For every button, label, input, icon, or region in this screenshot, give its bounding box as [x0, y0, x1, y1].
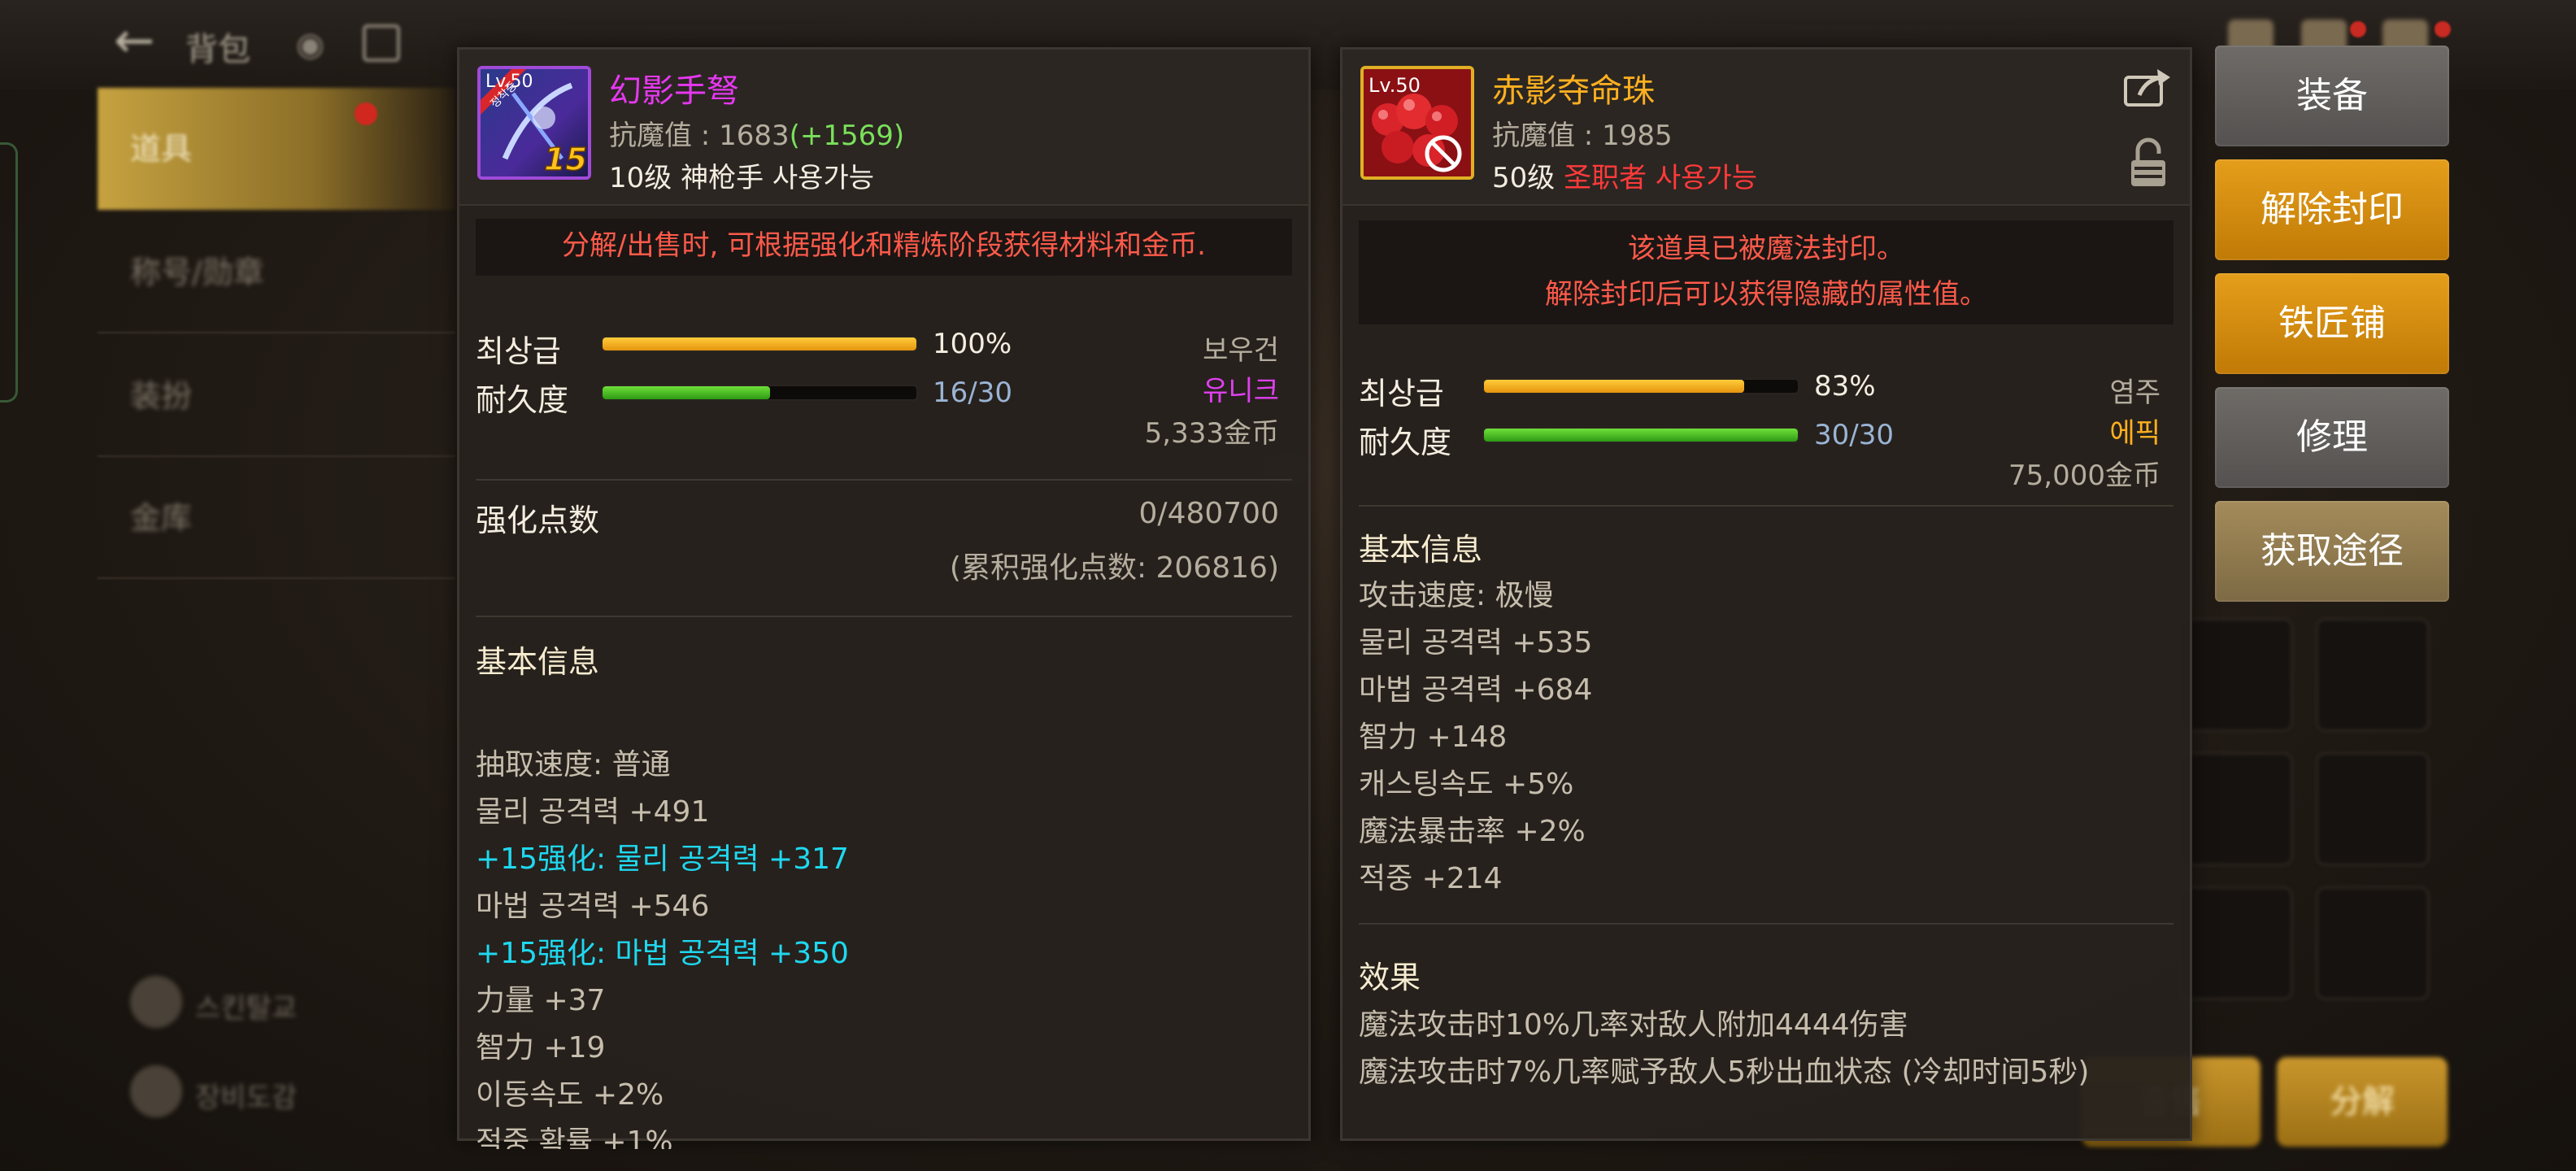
durability-bar: [1482, 427, 1799, 443]
skin-icon[interactable]: [130, 976, 182, 1028]
item-type: 염주: [2109, 377, 2160, 409]
effect-line: 魔法攻击时7%几率赋予敌人5秒出血状态 (冷却时间5秒): [1359, 1056, 2090, 1089]
grade-value: 100%: [933, 328, 1012, 360]
item-header: 정착중 Lv.50 15 幻影手弩 抗魔值 : 1683(+1569) 10级 …: [459, 50, 1308, 206]
durability-label: 耐久度: [1359, 424, 1452, 460]
item-rarity: 유니크: [1203, 375, 1279, 407]
side-link-skin[interactable]: 스킨탈교: [195, 986, 297, 1025]
side-drawer-handle[interactable]: [0, 142, 18, 403]
sealed-notice-line2: 解除封印后可以获得隐藏的属性值。: [1545, 278, 1987, 311]
attribute-line: 적중 +214: [1359, 862, 1503, 895]
crossbow-item-icon: 정착중 Lv.50 15: [477, 66, 591, 180]
durability-bar: [601, 385, 918, 401]
durability-value: 16/30: [933, 377, 1012, 409]
item-price: 75,000金币: [2008, 459, 2160, 492]
item-tooltip-left: 정착중 Lv.50 15 幻影手弩 抗魔值 : 1683(+1569) 10级 …: [457, 47, 1311, 1149]
durability-label: 耐久度: [476, 382, 569, 418]
lock-icon[interactable]: [2128, 137, 2169, 188]
repair-button[interactable]: 修理: [2215, 387, 2449, 488]
attribute-line: 마법 공격력 +546: [476, 890, 710, 923]
side-link-codex[interactable]: 장비도감: [195, 1075, 297, 1115]
item-name: 赤影夺命珠: [1492, 72, 1655, 110]
grid-icon[interactable]: [363, 24, 400, 62]
blacksmith-button[interactable]: 铁匠铺: [2215, 273, 2449, 374]
enhance-points-value: 0/480700: [1138, 497, 1279, 530]
grade-bar: [1482, 378, 1799, 394]
inventory-slot[interactable]: [2179, 618, 2293, 732]
rosary-item-icon: Lv.50: [1360, 66, 1474, 180]
attribute-line: 攻击速度: 极慢: [1359, 579, 1554, 612]
attribute-line: 물리 공격력 +535: [1359, 626, 1593, 660]
icon-enhance-level: 15: [544, 141, 587, 176]
notification-dot: [2350, 21, 2366, 37]
inventory-slot[interactable]: [2316, 752, 2430, 866]
attribute-line: 智力 +19: [476, 1031, 606, 1064]
obtain-source-button[interactable]: 获取途径: [2215, 501, 2449, 602]
codex-icon[interactable]: [130, 1065, 182, 1117]
attribute-line: 물리 공격력 +491: [476, 795, 710, 829]
grade-bar: [601, 336, 918, 352]
requirement-line: 10级 神枪手 사용가능: [609, 162, 875, 194]
attribute-line: 智力 +148: [1359, 720, 1508, 754]
effect-title: 效果: [1359, 960, 1421, 995]
enhance-bonus-line: +15强化: 물리 공격력 +317: [476, 842, 849, 876]
attribute-line: 抽取速度: 普通: [476, 748, 671, 781]
inventory-slot[interactable]: [2179, 886, 2293, 1000]
item-price: 5,333金币: [1144, 417, 1279, 450]
attribute-line: 魔法暴击率 +2%: [1359, 815, 1586, 848]
enhance-cumulative: (累积强化点数: 206816): [949, 551, 1279, 585]
attribute-list: 抽取速度: 普通 물리 공격력 +491 +15强化: 물리 공격력 +317 마법 …: [476, 741, 1289, 1149]
attribute-line: 이동속도 +2%: [476, 1078, 664, 1112]
back-arrow-icon[interactable]: ←: [114, 16, 171, 65]
grade-label: 최상급: [476, 333, 561, 369]
item-name: 幻影手弩: [609, 72, 739, 110]
icon-level-badge: Lv.50: [1368, 74, 1421, 97]
durability-value: 30/30: [1814, 419, 1894, 451]
basic-info-title: 基本信息: [476, 644, 600, 680]
magic-resist-stat: 抗魔值 : 1985: [1492, 120, 1673, 152]
sealed-notice-line1: 该道具已被魔法封印。: [1628, 233, 1904, 265]
notification-dot: [2435, 21, 2451, 37]
attribute-line: 力量 +37: [476, 984, 606, 1017]
notification-dot: [355, 102, 377, 125]
disassemble-button[interactable]: 分解: [2277, 1057, 2448, 1147]
item-header: Lv.50 赤影夺命珠 抗魔值 : 1985 50级 圣职者 사용가능: [1342, 50, 2190, 206]
basic-info-title: 基本信息: [1359, 532, 1483, 568]
equip-button[interactable]: 装备: [2215, 46, 2449, 146]
enhance-bonus-line: +15强化: 마법 공격력 +350: [476, 937, 849, 970]
enhance-points-label: 强化点数: [476, 503, 600, 538]
item-rarity: 에픽: [2109, 417, 2160, 450]
tab-items[interactable]: 道具: [98, 88, 455, 210]
icon-level-badge: Lv.50: [485, 72, 533, 92]
requirement-line: 50级 圣职者 사용가능: [1492, 162, 1758, 194]
inventory-slot[interactable]: [2179, 752, 2293, 866]
item-type: 보우건: [1203, 334, 1279, 367]
eye-icon[interactable]: ◉: [296, 26, 324, 63]
effect-line: 魔法攻击时10%几率对敌人附加4444伤害: [1359, 1008, 1908, 1042]
attribute-line: 마법 공격력 +684: [1359, 673, 1593, 707]
magic-resist-stat: 抗魔值 : 1683(+1569): [609, 120, 905, 152]
grade-label: 최상급: [1359, 376, 1444, 411]
inventory-slot[interactable]: [2316, 618, 2430, 732]
tab-titles[interactable]: 称号/勋章: [98, 211, 455, 333]
disassemble-notice: 分解/出售时, 可根据强化和精炼阶段获得材料和金币.: [562, 229, 1206, 262]
tab-avatar[interactable]: 装扮: [98, 335, 455, 457]
inventory-slot[interactable]: [2316, 886, 2430, 1000]
page-title: 背包: [185, 31, 250, 68]
grade-value: 83%: [1814, 370, 1876, 403]
attribute-line: 캐스팅속도 +5%: [1359, 768, 1574, 801]
share-icon[interactable]: [2123, 67, 2172, 108]
unseal-button[interactable]: 解除封印: [2215, 159, 2449, 260]
attribute-line: 적중 확률 +1%: [476, 1125, 673, 1149]
tab-vault[interactable]: 金库: [98, 457, 455, 579]
item-tooltip-right: Lv.50 赤影夺命珠 抗魔值 : 1985 50级 圣职者 사용가능 该道具已…: [1340, 47, 2192, 1141]
